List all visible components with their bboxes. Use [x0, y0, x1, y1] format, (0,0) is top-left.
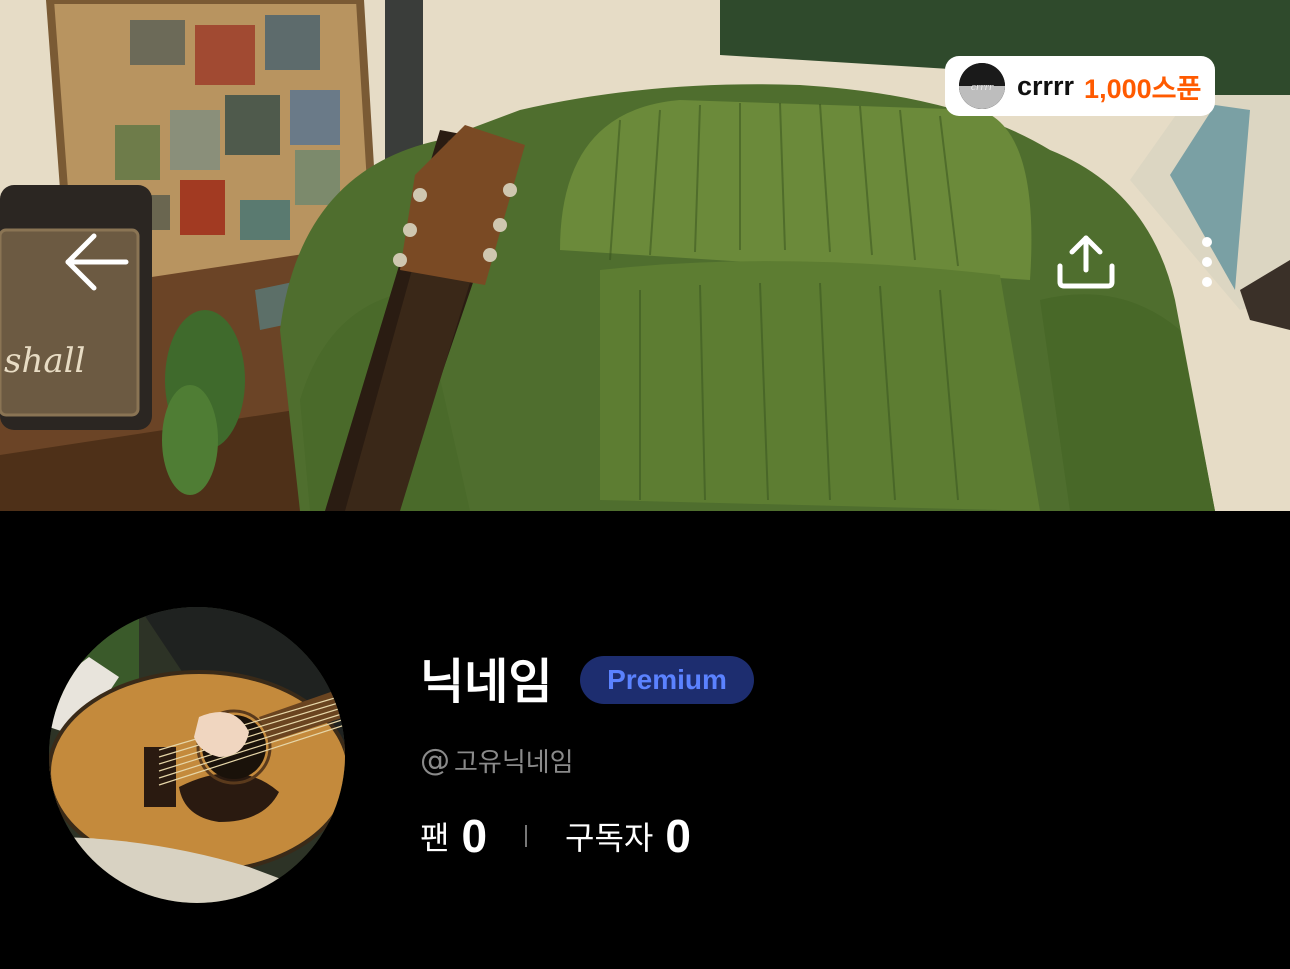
svg-text:shall: shall — [4, 341, 85, 381]
at-sign-icon: @ — [420, 743, 450, 778]
subscribers-count[interactable]: 0 — [665, 809, 691, 863]
profile-banner: shall crrrr crrrr 1,000스푼 — [0, 0, 1290, 511]
premium-badge: Premium — [580, 656, 754, 704]
chip-username: crrrr — [1017, 70, 1075, 101]
back-button[interactable] — [60, 230, 132, 294]
fans-label: 팬 — [420, 819, 450, 857]
user-avatar: crrrr — [959, 63, 1005, 109]
spoon-amount: 1,000스푼 — [1084, 73, 1202, 104]
share-upload-icon — [1057, 235, 1115, 289]
subscribers-label: 구독자 — [565, 819, 654, 857]
profile-handle: @ 고유닉네임 — [420, 742, 574, 779]
profile-stats: 팬 0 구독자 0 — [420, 806, 691, 866]
profile-nickname: 닉네임 — [420, 654, 553, 710]
fans-count[interactable]: 0 — [461, 809, 487, 863]
profile-avatar[interactable] — [49, 607, 345, 903]
spoon-balance-chip[interactable]: crrrr crrrr 1,000스푼 — [945, 56, 1215, 116]
handle-text: 고유닉네임 — [454, 748, 574, 778]
arrow-left-icon — [65, 233, 129, 291]
share-button[interactable] — [1052, 230, 1120, 294]
more-options-button[interactable] — [1192, 232, 1222, 296]
stats-divider — [525, 825, 528, 847]
more-vertical-icon — [1202, 237, 1212, 287]
profile-page: shall crrrr crrrr 1,000스푼 닉네임 Premium @ … — [0, 0, 1290, 969]
avatar-guitar-illustration — [49, 607, 345, 903]
svg-text:crrrr: crrrr — [971, 83, 994, 93]
